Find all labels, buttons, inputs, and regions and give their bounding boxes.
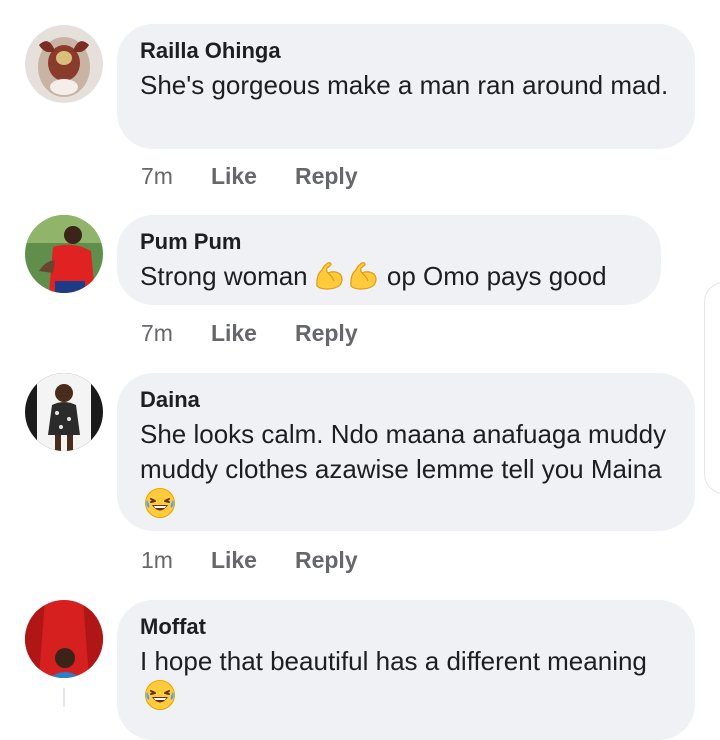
- comment-bubble: Pum Pum Strong woman op Omo pays good: [117, 215, 661, 305]
- reply-button[interactable]: Reply: [295, 547, 358, 573]
- tears-of-joy-icon: [144, 487, 176, 528]
- comment-text-part: I hope that beautiful has a different me…: [140, 646, 647, 676]
- reply-thread-line: [63, 688, 65, 707]
- comment-text-part: She looks calm. Ndo maana anafuaga muddy…: [140, 419, 667, 484]
- comment-actions: 1m Like Reply: [141, 547, 358, 574]
- comment-text-part: op Omo pays good: [386, 261, 607, 291]
- avatar[interactable]: [25, 600, 103, 678]
- comment-actions: 7m Like Reply: [141, 320, 358, 347]
- side-panel-edge: [704, 282, 720, 494]
- avatar[interactable]: [25, 25, 103, 103]
- comment-text: Strong woman op Omo pays good: [140, 259, 639, 300]
- comment-time[interactable]: 7m: [141, 320, 173, 346]
- comment-author[interactable]: Pum Pum: [140, 229, 639, 255]
- like-button[interactable]: Like: [211, 547, 257, 573]
- like-button[interactable]: Like: [211, 320, 257, 346]
- comment-bubble: Moffat I hope that beautiful has a diffe…: [117, 600, 695, 740]
- comment-time[interactable]: 1m: [141, 547, 173, 573]
- comment-author[interactable]: Railla Ohinga: [140, 38, 673, 64]
- flexed-biceps-icon: [346, 259, 380, 300]
- comment-text-part: Strong woman: [140, 261, 308, 291]
- comment-actions: 7m Like Reply: [141, 163, 358, 190]
- tears-of-joy-icon: [144, 679, 176, 720]
- reply-button[interactable]: Reply: [295, 163, 358, 189]
- comment-author[interactable]: Moffat: [140, 614, 673, 640]
- comment-time[interactable]: 7m: [141, 163, 173, 189]
- comment-bubble: Daina She looks calm. Ndo maana anafuaga…: [117, 373, 695, 531]
- comment-text: She looks calm. Ndo maana anafuaga muddy…: [140, 417, 673, 528]
- like-button[interactable]: Like: [211, 163, 257, 189]
- comment-text: I hope that beautiful has a different me…: [140, 644, 673, 720]
- avatar[interactable]: [25, 373, 103, 451]
- reply-button[interactable]: Reply: [295, 320, 358, 346]
- comment-text: She's gorgeous make a man ran around mad…: [140, 70, 669, 100]
- comment-bubble: Railla Ohinga She's gorgeous make a man …: [117, 24, 695, 149]
- avatar[interactable]: [25, 215, 103, 293]
- flexed-biceps-icon: [312, 259, 346, 300]
- comment-author[interactable]: Daina: [140, 387, 673, 413]
